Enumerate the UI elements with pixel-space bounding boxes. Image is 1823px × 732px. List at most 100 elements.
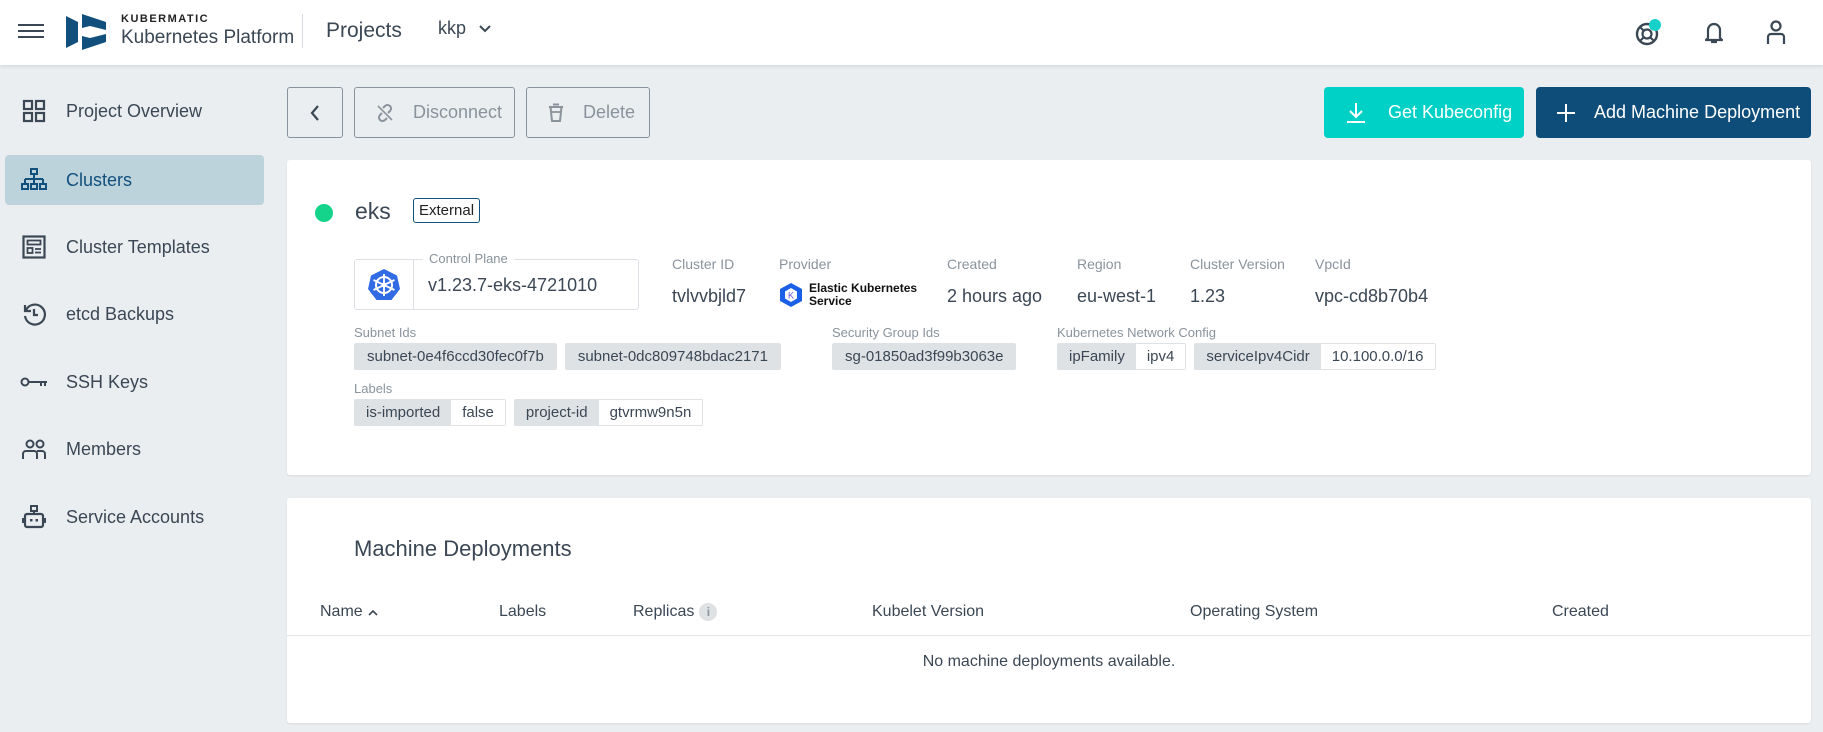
prop-label: Provider xyxy=(779,256,832,272)
grid-icon xyxy=(19,96,49,126)
subnet-ids-label: Subnet Ids xyxy=(354,325,417,340)
trash-icon xyxy=(547,103,565,123)
region-value: eu-west-1 xyxy=(1077,286,1157,306)
subnet-chip: subnet-0dc809748bdac2171 xyxy=(564,343,781,370)
kv-key: serviceIpv4Cidr xyxy=(1195,344,1321,369)
kv-value: ipv4 xyxy=(1135,344,1186,369)
plus-icon xyxy=(1556,103,1576,123)
unlink-icon xyxy=(375,103,395,123)
sidebar-item-ssh-keys[interactable]: SSH Keys xyxy=(5,357,264,407)
network-config-label: Kubernetes Network Config xyxy=(1057,325,1216,340)
brand-bottom: Kubernetes Platform xyxy=(121,27,295,48)
sidebar-item-label: Clusters xyxy=(66,169,133,190)
cluster-version-value: 1.23 xyxy=(1190,286,1226,306)
control-plane-version: v1.23.7-eks-4721010 xyxy=(428,275,598,295)
column-label: Created xyxy=(1552,603,1609,620)
bell-icon[interactable] xyxy=(1700,18,1728,46)
provider-value: K Elastic Kubernetes Service xyxy=(779,282,917,308)
column-header-labels: Labels xyxy=(499,603,546,621)
info-icon[interactable]: i xyxy=(699,603,718,621)
top-header: KUBERMATIC Kubernetes Platform Projects … xyxy=(0,0,1823,65)
prop-cluster-version: Cluster Version 1.23 xyxy=(1190,256,1285,307)
prop-label: Created xyxy=(947,256,997,272)
svg-text:K: K xyxy=(788,291,794,301)
security-group-ids-group: Security Group Ids sg-01850ad3f99b3063e xyxy=(832,325,1017,370)
column-label: Operating System xyxy=(1190,603,1319,620)
get-kubeconfig-button[interactable]: Get Kubeconfig xyxy=(1324,87,1524,138)
machine-deployments-card: Machine Deployments Name Labels Replicas… xyxy=(287,498,1811,723)
kubernetes-icon xyxy=(355,260,414,309)
subnet-chip: subnet-0e4f6ccd30fec0f7b xyxy=(354,343,557,370)
robot-icon xyxy=(19,502,49,532)
kubermatic-logo-icon[interactable] xyxy=(66,14,106,50)
label-kv-chip: is-imported false xyxy=(354,399,506,426)
cluster-id-value: tvlvvbjld7 xyxy=(672,286,747,306)
external-badge: External xyxy=(413,198,481,223)
provider-line2: Service xyxy=(809,294,852,308)
cluster-details-card: eks External Control Plane v1.23.7-eks-4… xyxy=(287,160,1811,475)
user-icon[interactable] xyxy=(1762,18,1790,46)
sidebar-item-etcd-backups[interactable]: etcd Backups xyxy=(5,289,264,339)
hamburger-line xyxy=(18,36,44,38)
subnet-ids-group: Subnet Ids subnet-0e4f6ccd30fec0f7b subn… xyxy=(354,325,781,370)
sidebar-item-label: Cluster Templates xyxy=(66,236,210,257)
labels-label: Labels xyxy=(354,381,393,396)
prop-provider: Provider K Elastic Kubernetes Service xyxy=(779,256,917,308)
key-icon xyxy=(19,367,49,397)
sidebar-item-label: etcd Backups xyxy=(66,303,175,324)
kv-key: ipFamily xyxy=(1058,344,1136,369)
sidebar-item-label: SSH Keys xyxy=(66,371,149,392)
members-icon xyxy=(19,434,49,464)
prop-label: Cluster ID xyxy=(672,256,735,272)
column-header-kubelet-version: Kubelet Version xyxy=(872,603,984,621)
security-group-chip: sg-01850ad3f99b3063e xyxy=(832,343,1017,370)
kv-key: is-imported xyxy=(355,400,452,425)
sidebar-item-label: Project Overview xyxy=(66,100,203,121)
labels-group: Labels is-imported false project-id gtvrmw… xyxy=(354,381,704,426)
project-select-value: kkp xyxy=(438,18,467,38)
column-header-name[interactable]: Name xyxy=(320,603,378,621)
cluster-name: eks xyxy=(355,198,391,224)
download-icon xyxy=(1346,102,1366,124)
security-group-ids-label: Security Group Ids xyxy=(832,325,940,340)
disconnect-button[interactable]: Disconnect xyxy=(354,87,515,138)
machine-deployments-title: Machine Deployments xyxy=(354,536,572,561)
sort-ascending-icon xyxy=(368,609,378,616)
add-machine-deployment-button[interactable]: Add Machine Deployment xyxy=(1536,87,1811,138)
sidebar-item-label: Members xyxy=(66,438,142,459)
chevron-down-icon xyxy=(479,25,491,33)
cluster-status-dot xyxy=(315,204,333,222)
chevron-left-icon xyxy=(310,104,319,121)
back-button[interactable] xyxy=(287,87,343,138)
eks-logo-icon: K xyxy=(780,283,802,307)
column-header-created: Created xyxy=(1552,603,1609,621)
column-label: Replicas xyxy=(633,603,695,620)
prop-created: Created 2 hours ago xyxy=(947,256,1042,307)
hamburger-line xyxy=(18,30,44,32)
sidebar-item-service-accounts[interactable]: Service Accounts xyxy=(5,492,264,542)
prop-region: Region eu-west-1 xyxy=(1077,256,1156,307)
project-select[interactable]: kkp xyxy=(438,18,492,39)
column-header-replicas: Replicas i xyxy=(633,603,718,621)
label-kv-chip: project-id gtvrmw9n5n xyxy=(513,399,704,426)
column-label: Labels xyxy=(499,603,547,620)
get-kubeconfig-label: Get Kubeconfig xyxy=(1388,102,1513,122)
template-icon xyxy=(19,232,49,262)
network-kv-chip: ipFamily ipv4 xyxy=(1057,343,1187,370)
history-icon xyxy=(19,299,49,329)
sidebar-item-members[interactable]: Members xyxy=(5,424,264,474)
help-lifebuoy-icon[interactable] xyxy=(1634,18,1662,46)
menu-button[interactable] xyxy=(18,20,44,42)
delete-button[interactable]: Delete xyxy=(526,87,650,138)
control-plane-box: Control Plane v1.23.7-eks-4721010 xyxy=(354,251,639,310)
prop-cluster-id: Cluster ID tvlvvbjld7 xyxy=(672,256,746,307)
prop-vpc-id: VpcId vpc-cd8b70b4 xyxy=(1315,256,1428,307)
column-label: Name xyxy=(320,603,363,620)
sidebar-item-cluster-templates[interactable]: Cluster Templates xyxy=(5,222,264,272)
sidebar-item-project-overview[interactable]: Project Overview xyxy=(5,86,264,136)
vpc-id-value: vpc-cd8b70b4 xyxy=(1315,286,1429,306)
sidebar-item-clusters[interactable]: Clusters xyxy=(5,155,264,205)
control-plane-label: Control Plane xyxy=(423,251,514,266)
table-header-divider xyxy=(287,635,1811,636)
projects-link[interactable]: Projects xyxy=(326,19,402,43)
